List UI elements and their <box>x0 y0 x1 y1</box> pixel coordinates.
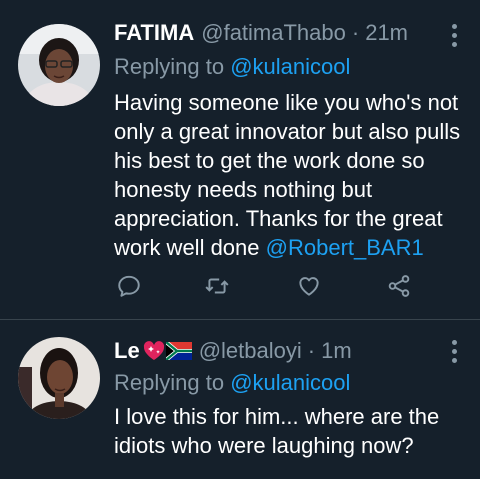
display-name[interactable]: Le <box>114 338 140 364</box>
avatar[interactable] <box>18 24 100 106</box>
separator-dot: · <box>351 20 360 45</box>
tweet[interactable]: Le @letbaloyi · 1m Replying to @kulanico… <box>0 320 480 479</box>
tweet-mention[interactable]: @Robert_BAR1 <box>266 235 424 260</box>
display-name[interactable]: FATIMA <box>114 20 194 46</box>
tweet-text: I love this for him... where are the idi… <box>114 404 440 458</box>
tweet[interactable]: FATIMA @fatimaThabo · 21m Replying to @k… <box>0 0 480 319</box>
reply-icon[interactable] <box>116 273 142 299</box>
replying-label: Replying to <box>114 54 225 79</box>
share-icon[interactable] <box>386 273 412 299</box>
like-icon[interactable] <box>296 273 322 299</box>
user-handle[interactable]: @letbaloyi <box>199 338 302 364</box>
user-handle[interactable]: @fatimaThabo <box>201 20 346 46</box>
replying-label: Replying to <box>114 370 225 395</box>
tweet-actions <box>0 273 480 303</box>
more-options-icon[interactable] <box>452 24 458 47</box>
name-emojis <box>142 340 192 362</box>
timestamp[interactable]: 1m <box>321 338 352 364</box>
separator-dot: · <box>307 338 316 363</box>
tweet-text: Having someone like you who's not only a… <box>114 88 464 262</box>
south-africa-flag-icon <box>165 342 192 360</box>
retweet-icon[interactable] <box>204 273 230 299</box>
more-options-icon[interactable] <box>452 340 458 363</box>
timestamp[interactable]: 21m <box>365 20 408 46</box>
sparkling-heart-icon <box>143 341 164 360</box>
replying-to: Replying to @kulanicool <box>114 370 350 396</box>
replying-to: Replying to @kulanicool <box>114 54 350 80</box>
replying-to-mention[interactable]: @kulanicool <box>230 370 350 395</box>
tweet-header: FATIMA @fatimaThabo · 21m <box>114 20 408 46</box>
replying-to-mention[interactable]: @kulanicool <box>230 54 350 79</box>
tweet-header: Le @letbaloyi · 1m <box>114 338 352 364</box>
avatar[interactable] <box>18 337 100 419</box>
